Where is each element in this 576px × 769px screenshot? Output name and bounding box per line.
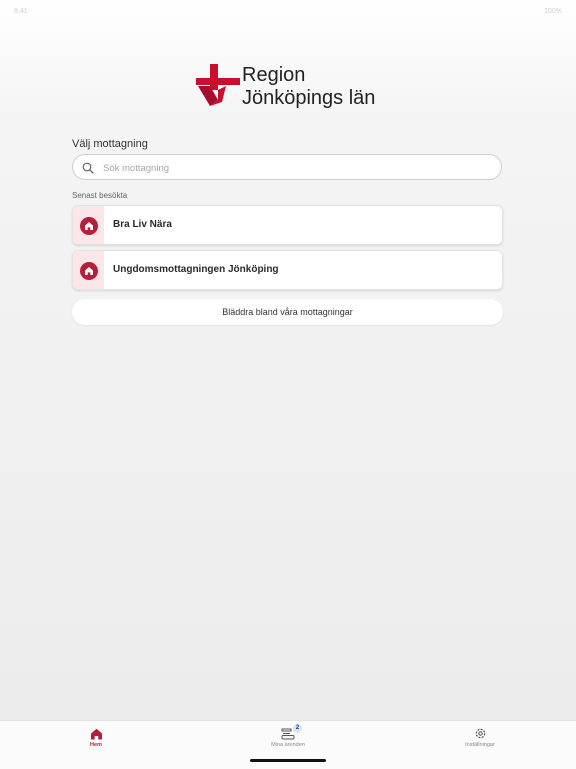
recent-label: Senast besökta [72,191,128,200]
home-icon [90,728,102,740]
status-battery: 100% [544,8,562,15]
tab-cases[interactable]: 2 Mina ärenden [248,724,328,751]
cases-badge: 2 [293,724,302,733]
logo-cross-icon [196,64,240,106]
browse-clinics-button[interactable]: Bläddra bland våra mottagningar [72,299,503,325]
gear-icon [475,728,485,739]
tab-label: Inställningar [465,742,495,748]
tab-settings[interactable]: Inställningar [440,725,520,751]
search-input[interactable] [101,159,495,177]
status-time: 9:41 [14,8,28,15]
region-logo: Region Jönköpings län [196,62,386,114]
logo-line-1: Region [242,64,306,86]
tab-home[interactable]: Hem [56,725,136,751]
recent-item-label: Ungdomsmottagningen Jönköping [113,264,279,275]
recent-item-ungdomsmottagningen[interactable]: Ungdomsmottagningen Jönköping [72,250,503,290]
logo-line-2: Jönköpings län [242,87,376,109]
tab-label: Hem [90,742,102,748]
search-field[interactable] [72,154,502,180]
recent-item-label: Bra Liv Nära [113,219,172,230]
home-icon [80,217,98,235]
search-icon [82,161,94,179]
home-indicator[interactable] [250,759,326,762]
section-title: Välj mottagning [72,138,148,150]
tab-label: Mina ärenden [271,742,305,748]
recent-item-bra-liv-nara[interactable]: Bra Liv Nära [72,205,503,245]
home-icon [80,262,98,280]
status-bar: 9:41 100% [0,8,576,18]
